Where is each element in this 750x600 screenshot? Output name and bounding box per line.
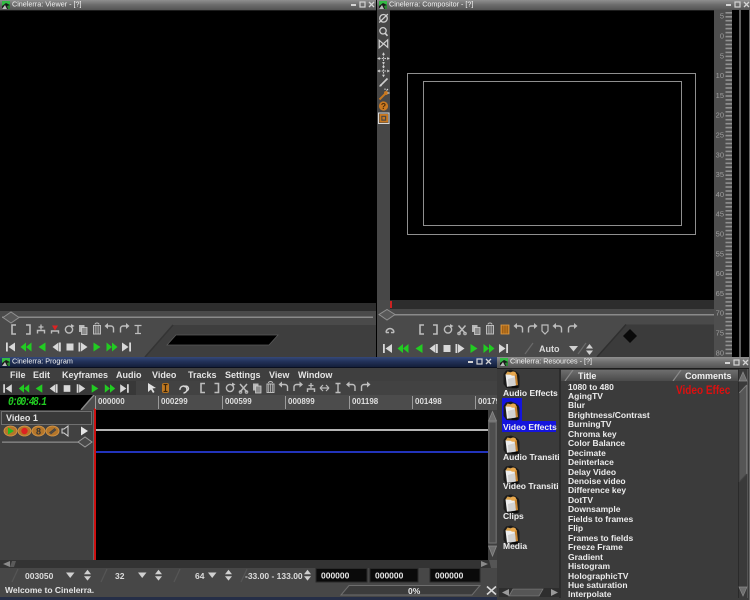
svg-text:32: 32 [115, 571, 125, 581]
svg-text:50: 50 [716, 230, 724, 239]
svg-text:-33.00 - 133.00: -33.00 - 133.00 [245, 571, 303, 581]
svg-text:40: 40 [716, 190, 724, 199]
svg-text:5: 5 [720, 51, 724, 60]
svg-text:64: 64 [195, 571, 205, 581]
svg-text:10: 10 [716, 71, 724, 80]
svg-text:35: 35 [716, 170, 724, 179]
svg-text:8: 8 [36, 427, 41, 437]
svg-text:70: 70 [716, 309, 724, 318]
svg-text:Comments: Comments [685, 371, 732, 381]
svg-text:Title: Title [578, 371, 596, 381]
svg-text:80: 80 [716, 348, 724, 357]
svg-text:000000: 000000 [435, 571, 464, 581]
svg-text:000000: 000000 [375, 571, 404, 581]
svg-text:75: 75 [716, 329, 724, 338]
svg-text:000000: 000000 [321, 571, 350, 581]
svg-text:25: 25 [716, 131, 724, 140]
svg-text:60: 60 [716, 269, 724, 278]
svg-text:65: 65 [716, 289, 724, 298]
svg-text:0%: 0% [408, 586, 421, 596]
svg-text:45: 45 [716, 210, 724, 219]
svg-text:30: 30 [716, 150, 724, 159]
svg-text:5: 5 [720, 12, 724, 21]
svg-text:20: 20 [716, 111, 724, 120]
svg-text:003050: 003050 [25, 571, 54, 581]
svg-text:0: 0 [720, 32, 724, 41]
svg-text:55: 55 [716, 249, 724, 258]
svg-text:15: 15 [716, 91, 724, 100]
